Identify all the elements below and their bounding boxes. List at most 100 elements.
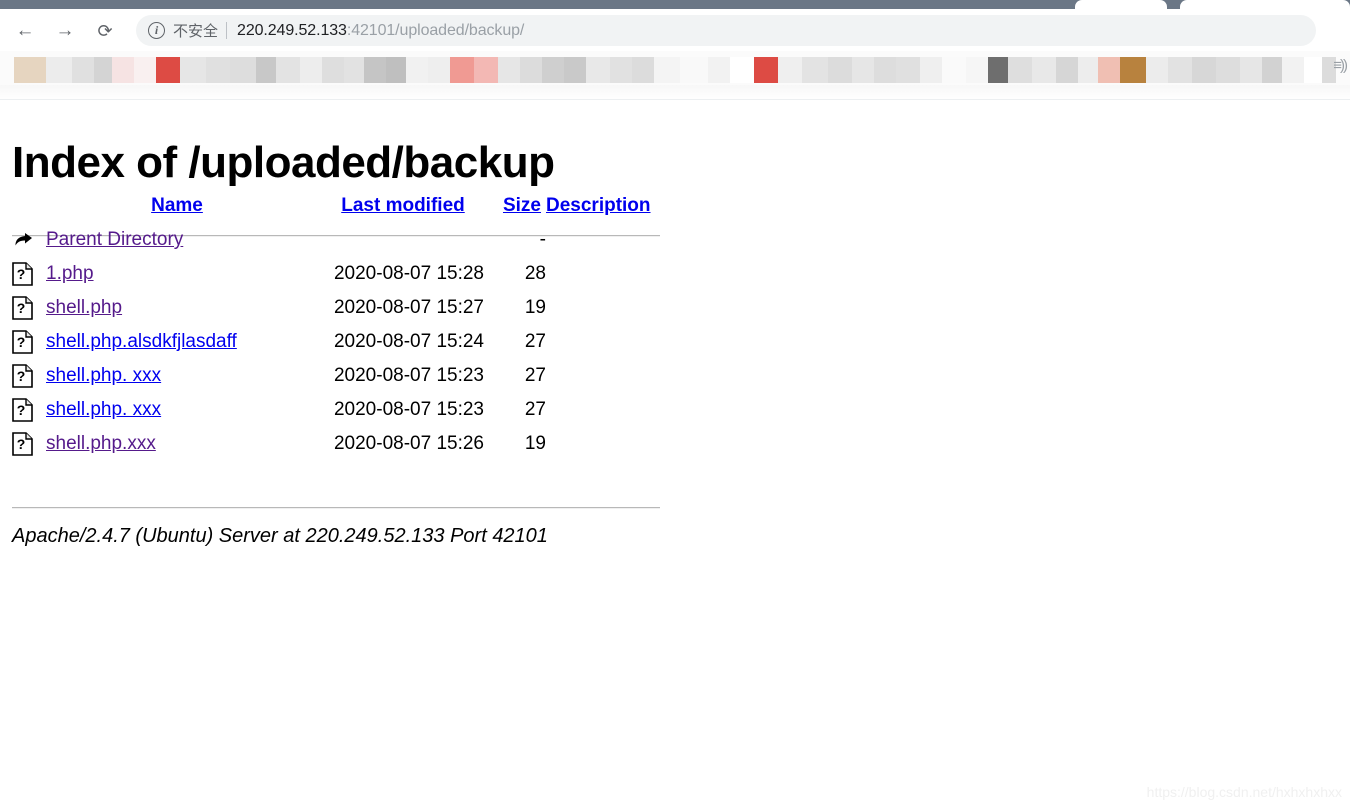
bookmark-item[interactable] [46,57,72,83]
bookmark-item[interactable] [206,57,230,83]
bookmark-item[interactable] [386,57,406,83]
column-header-last-modified[interactable]: Last modified [308,195,498,223]
bookmark-item[interactable] [586,57,610,83]
bookmark-item[interactable] [72,57,94,83]
column-header-size[interactable]: Size [498,195,546,223]
row-name-cell: Parent Directory [46,223,308,257]
bookmark-item[interactable] [920,57,942,83]
bookmark-item[interactable] [322,57,344,83]
row-last-modified-cell: 2020-08-07 15:27 [333,297,484,318]
bookmark-item[interactable] [1056,57,1078,83]
file-link[interactable]: 1.php [46,263,94,284]
bookmark-item[interactable] [966,57,988,83]
bookmark-item[interactable] [632,57,654,83]
bookmark-item[interactable] [1282,57,1304,83]
browser-tab[interactable] [1075,0,1167,9]
bookmark-item[interactable] [942,57,966,83]
row-size-cell: 19 [524,433,546,454]
forward-button[interactable]: → [54,20,76,42]
bookmark-item[interactable] [542,57,564,83]
parent-directory-link[interactable]: Parent Directory [46,229,183,250]
row-last-modified-cell: 2020-08-07 15:24 [333,331,484,352]
column-header-description[interactable]: Description [546,195,651,223]
info-circle-icon[interactable]: i [148,22,165,39]
bookmark-item[interactable] [14,57,46,83]
row-description-cell [546,223,651,257]
bookmark-item[interactable] [680,57,708,83]
bookmark-item[interactable] [230,57,256,83]
omnibox-divider [226,22,228,39]
bookmark-item[interactable] [1032,57,1056,83]
bookmark-item[interactable] [344,57,364,83]
bookmark-item[interactable] [1240,57,1262,83]
bookmark-item[interactable] [364,57,386,83]
bookmark-item[interactable] [1120,57,1146,83]
bookmarks-overflow-icon[interactable]: ≡)) [1333,57,1348,74]
bookmark-item[interactable] [896,57,920,83]
arrow-left-icon: ← [15,20,35,41]
bookmark-item[interactable] [988,57,1008,83]
bookmark-item[interactable] [134,57,156,83]
file-link[interactable]: shell.php.xxx [46,433,156,454]
bookmark-item[interactable] [828,57,852,83]
bookmark-item[interactable] [520,57,542,83]
bookmarks-blurred-items[interactable] [0,57,1350,83]
bookmark-item[interactable] [1192,57,1216,83]
bookmark-item[interactable] [754,57,778,83]
svg-text:?: ? [17,266,26,282]
svg-text:?: ? [17,300,26,316]
table-row: ? shell.php. xxx 2020-08-07 15:23 27 [12,393,651,427]
bookmark-item[interactable] [428,57,450,83]
bookmark-item[interactable] [300,57,322,83]
bookmark-item[interactable] [450,57,474,83]
bookmark-item[interactable] [802,57,828,83]
file-link[interactable]: shell.php. xxx [46,365,161,386]
back-button[interactable]: ← [14,20,36,42]
bookmark-item[interactable] [156,57,180,83]
row-size-cell: 27 [524,365,546,386]
file-link[interactable]: shell.php [46,297,122,318]
bookmark-item[interactable] [1078,57,1098,83]
url-path: :42101/uploaded/backup/ [346,21,525,39]
url-text: 220.249.52.133:42101/uploaded/backup/ [237,22,524,40]
unknown-file-icon: ? [12,364,36,388]
bookmark-item[interactable] [874,57,896,83]
file-link[interactable]: shell.php. xxx [46,399,161,420]
bookmark-item[interactable] [610,57,632,83]
bookmark-item[interactable] [256,57,276,83]
bookmark-item[interactable] [180,57,206,83]
browser-tab[interactable] [1180,0,1350,9]
row-icon-cell: ? [12,359,46,393]
unknown-file-icon: ? [12,262,36,286]
bookmark-item[interactable] [406,57,428,83]
bookmark-item[interactable] [1304,57,1322,83]
bookmarks-bar[interactable]: ≡)) [0,51,1350,100]
bookmark-item[interactable] [564,57,586,83]
bookmark-item[interactable] [1262,57,1282,83]
directory-table: Name Last modified Size Description Pare… [12,195,651,461]
bookmark-item[interactable] [778,57,802,83]
row-last-modified-cell: 2020-08-07 15:28 [333,263,484,284]
bookmark-item[interactable] [654,57,680,83]
bookmark-item[interactable] [1146,57,1168,83]
bookmark-item[interactable] [1098,57,1120,83]
bookmark-item[interactable] [498,57,520,83]
bookmark-item[interactable] [852,57,874,83]
bookmark-item[interactable] [1008,57,1032,83]
bookmark-item[interactable] [474,57,498,83]
row-size-cell: 19 [524,297,546,318]
bookmark-item[interactable] [1216,57,1240,83]
reload-button[interactable]: ⟳ [94,20,116,42]
bookmark-item[interactable] [276,57,300,83]
row-name-cell: shell.php.alsdkfjlasdaff [46,325,308,359]
bookmark-item[interactable] [1168,57,1192,83]
file-link[interactable]: shell.php.alsdkfjlasdaff [46,331,237,352]
address-bar[interactable]: i 不安全 220.249.52.133:42101/uploaded/back… [136,15,1316,46]
bookmark-item[interactable] [730,57,754,83]
column-header-name[interactable]: Name [46,195,308,223]
bookmark-item[interactable] [112,57,134,83]
bookmark-item[interactable] [94,57,112,83]
bookmark-item[interactable] [708,57,730,83]
unknown-file-icon: ? [12,296,36,320]
directory-listing: Name Last modified Size Description Pare… [12,195,660,461]
